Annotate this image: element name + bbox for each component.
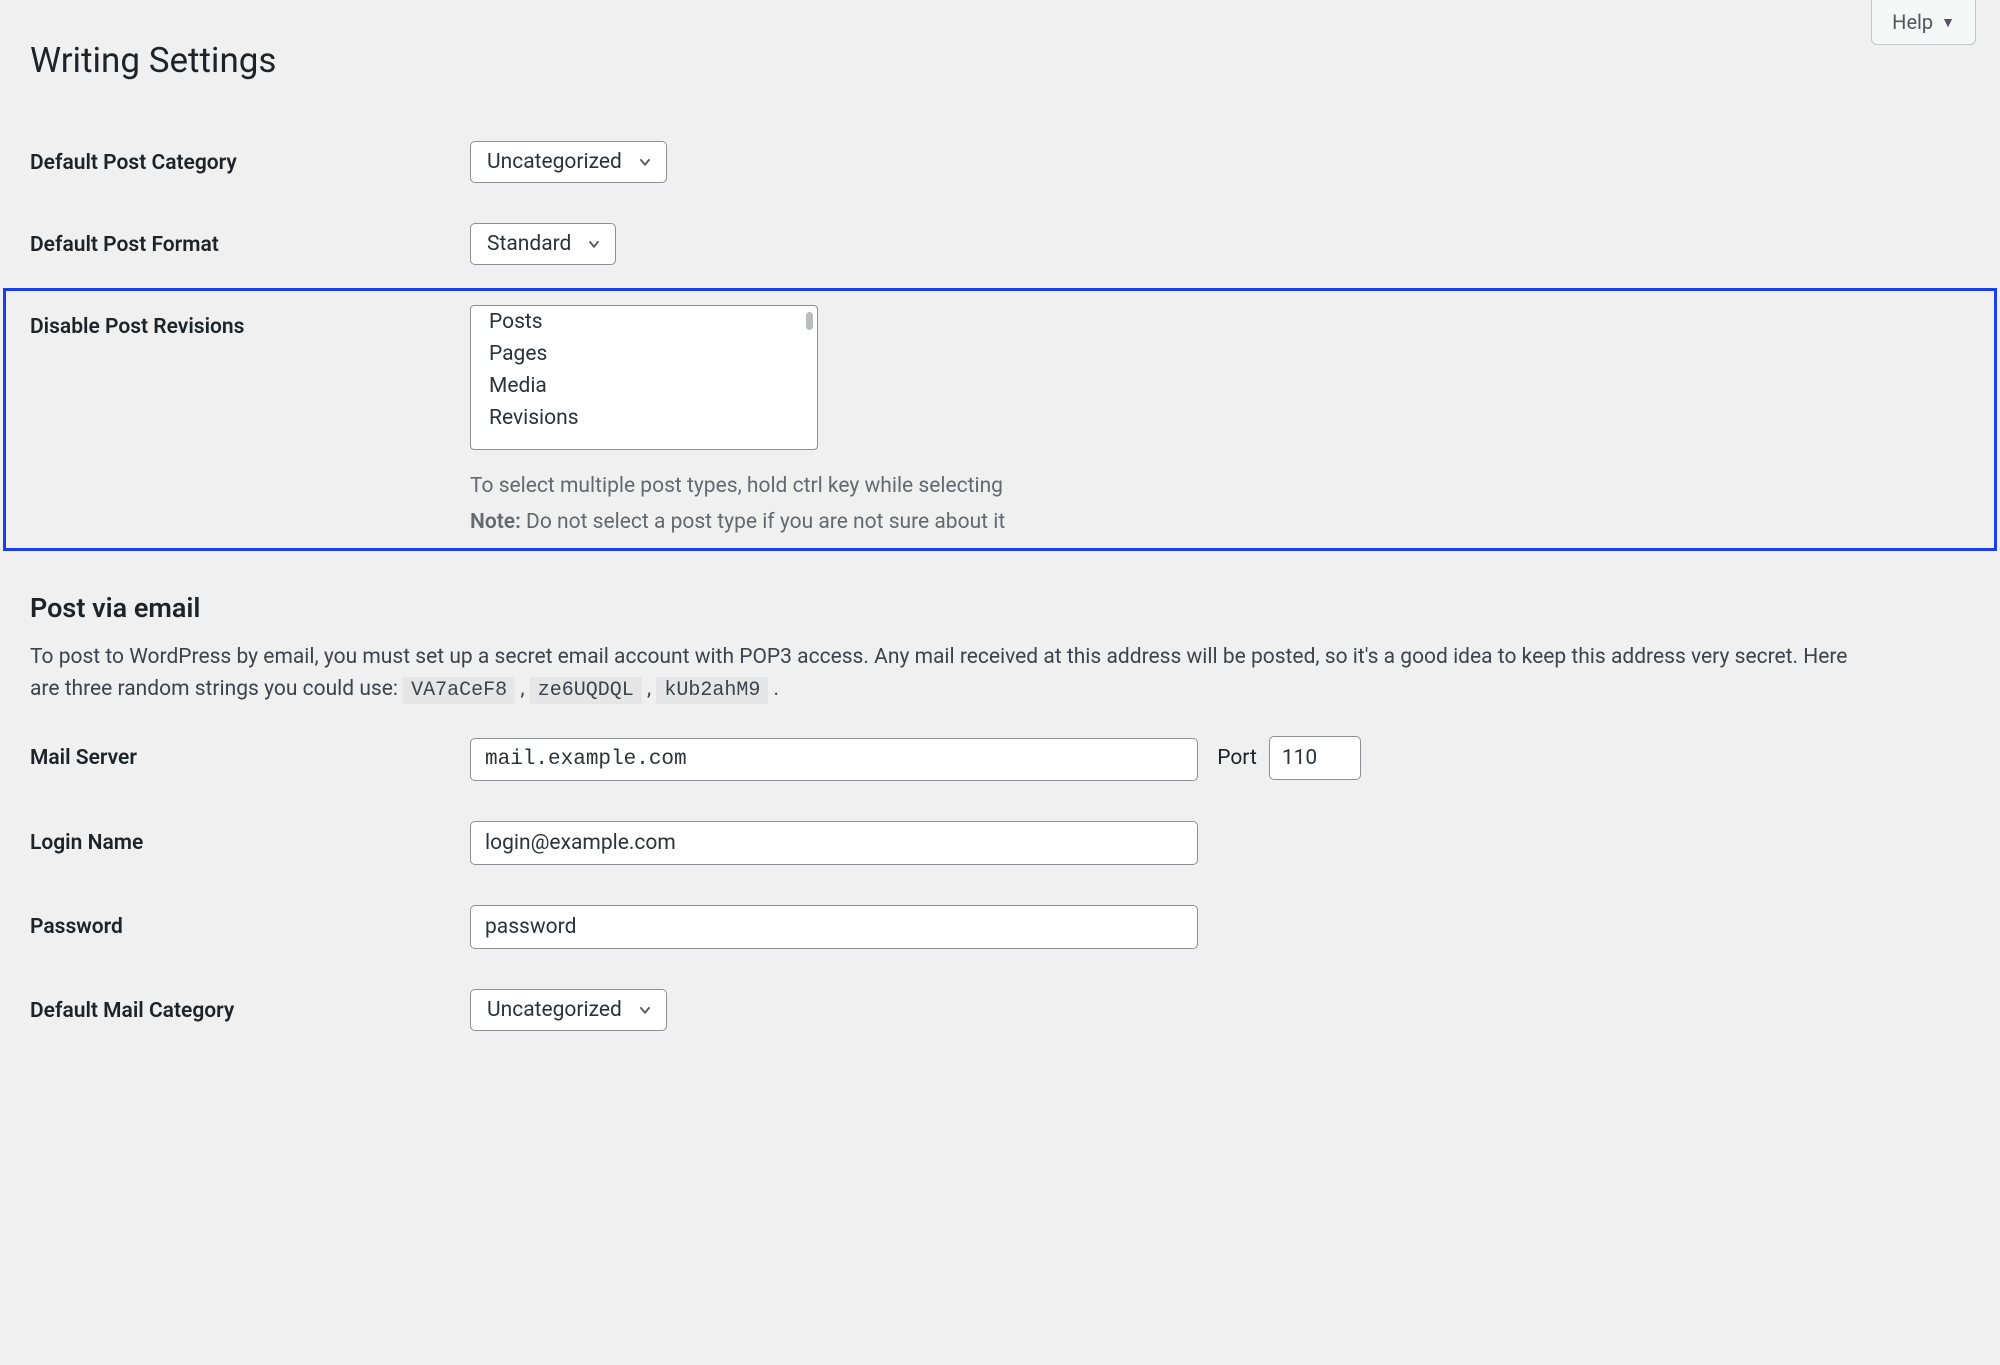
label-default-post-category: Default Post Category [0,121,460,203]
option-posts[interactable]: Posts [471,306,817,338]
note-text: Do not select a post type if you are not… [521,510,1005,534]
desc-text: To post to WordPress by email, you must … [30,645,1847,701]
page-title: Writing Settings [0,0,2000,121]
help-tab[interactable]: Help ▼ [1871,0,1976,45]
input-login-name[interactable] [470,821,1198,865]
chevron-down-icon [585,235,603,253]
label-mail-server: Mail Server [0,716,460,801]
section-heading-post-via-email: Post via email [0,554,2000,642]
chevron-down-icon [636,153,654,171]
help-label: Help [1892,10,1933,34]
select-value: Uncategorized [487,998,622,1022]
label-login-name: Login Name [0,801,460,885]
settings-form: Default Post Category Uncategorized Defa… [0,121,2000,554]
label-disable-post-revisions: Disable Post Revisions [0,285,460,554]
hint-multi-select: To select multiple post types, hold ctrl… [470,474,1990,498]
row-default-post-format: Default Post Format Standard [0,203,2000,285]
select-default-post-format[interactable]: Standard [470,223,616,265]
random-string-3: kUb2ahM9 [656,677,768,704]
random-string-2: ze6UQDQL [530,677,642,704]
label-port: Port [1217,746,1257,770]
option-revisions[interactable]: Revisions [471,402,817,434]
row-default-post-category: Default Post Category Uncategorized [0,121,2000,203]
select-value: Standard [487,232,571,256]
label-default-mail-category: Default Mail Category [0,969,460,1051]
label-password: Password [0,885,460,969]
option-media[interactable]: Media [471,370,817,402]
row-login-name: Login Name [0,801,2000,885]
chevron-down-icon [636,1001,654,1019]
caret-down-icon: ▼ [1941,14,1955,31]
label-default-post-format: Default Post Format [0,203,460,285]
random-string-1: VA7aCeF8 [403,677,515,704]
section-description: To post to WordPress by email, you must … [0,642,1920,716]
note-prefix: Note: [470,510,521,534]
select-value: Uncategorized [487,150,622,174]
option-pages[interactable]: Pages [471,338,817,370]
email-settings-form: Mail Server Port Login Name Password Def… [0,716,2000,1051]
input-mail-server[interactable] [470,738,1198,781]
multiselect-disable-post-revisions[interactable]: Posts Pages Media Revisions [470,305,818,450]
row-disable-post-revisions: Disable Post Revisions Posts Pages Media… [0,285,2000,554]
row-password: Password [0,885,2000,969]
hint-note: Note: Do not select a post type if you a… [470,510,1990,534]
row-default-mail-category: Default Mail Category Uncategorized [0,969,2000,1051]
select-default-mail-category[interactable]: Uncategorized [470,989,667,1031]
scrollbar-thumb[interactable] [806,312,813,330]
select-default-post-category[interactable]: Uncategorized [470,141,667,183]
input-password[interactable] [470,905,1198,949]
row-mail-server: Mail Server Port [0,716,2000,801]
input-port[interactable] [1269,736,1361,780]
